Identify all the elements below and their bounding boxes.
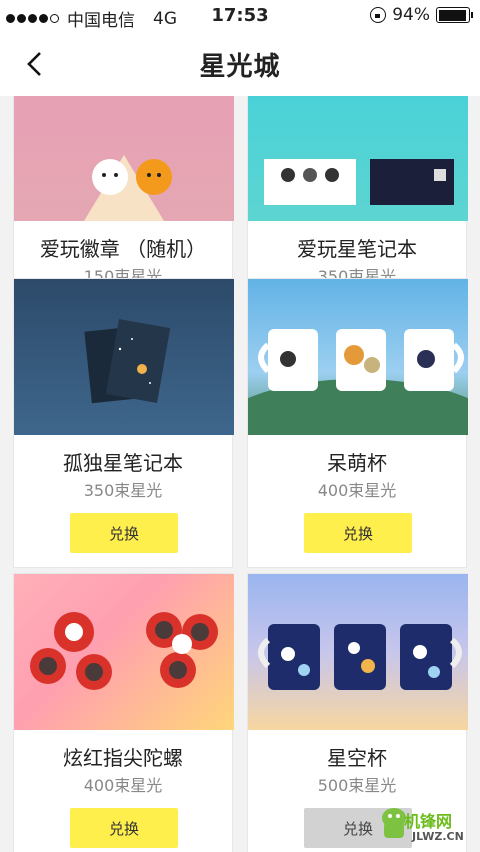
page-title: 星光城	[199, 52, 281, 82]
redeem-button[interactable]: 兑换	[70, 513, 178, 553]
rotation-lock-icon	[370, 7, 387, 23]
watermark-logo: 机锋网 JLWZ.CN	[380, 792, 476, 848]
product-name: 孤独星笔记本	[63, 451, 183, 475]
product-price: 400束星光	[83, 776, 163, 795]
product-name: 炫红指尖陀螺	[63, 746, 183, 770]
product-name: 爱玩星笔记本	[297, 237, 417, 261]
product-price: 350束星光	[83, 481, 163, 500]
product-image	[14, 574, 234, 730]
status-right: 94%	[370, 5, 473, 25]
product-name: 呆萌杯	[327, 451, 387, 475]
product-price: 400束星光	[317, 481, 397, 500]
product-image	[248, 574, 468, 730]
product-image	[248, 279, 468, 435]
product-name: 星空杯	[327, 746, 387, 770]
watermark-text: 机锋网	[404, 812, 453, 831]
product-card-cute-cup[interactable]: 呆萌杯 400束星光 兑换	[247, 278, 468, 568]
redeem-button[interactable]: 兑换	[70, 808, 178, 848]
product-image	[248, 96, 468, 221]
battery-icon	[436, 7, 473, 23]
product-card-fidget-spinner[interactable]: 炫红指尖陀螺 400束星光 兑换	[13, 573, 234, 852]
nav-bar: 星光城	[0, 32, 480, 96]
product-card-lonely-notebook[interactable]: 孤独星笔记本 350束星光 兑换	[13, 278, 234, 568]
product-image	[14, 96, 234, 221]
product-name: 爱玩徽章 （随机）	[39, 237, 207, 261]
watermark-site: JLWZ.CN	[412, 830, 464, 843]
battery-percent: 94%	[392, 5, 430, 25]
product-grid: 爱玩徽章 （随机） 150束星光 兑换 爱玩星笔记本 350束星光 兑换 孤独	[0, 96, 480, 852]
status-bar: 中国电信 4G 17:53 94%	[0, 0, 480, 32]
product-image	[14, 279, 234, 435]
redeem-button[interactable]: 兑换	[304, 513, 412, 553]
